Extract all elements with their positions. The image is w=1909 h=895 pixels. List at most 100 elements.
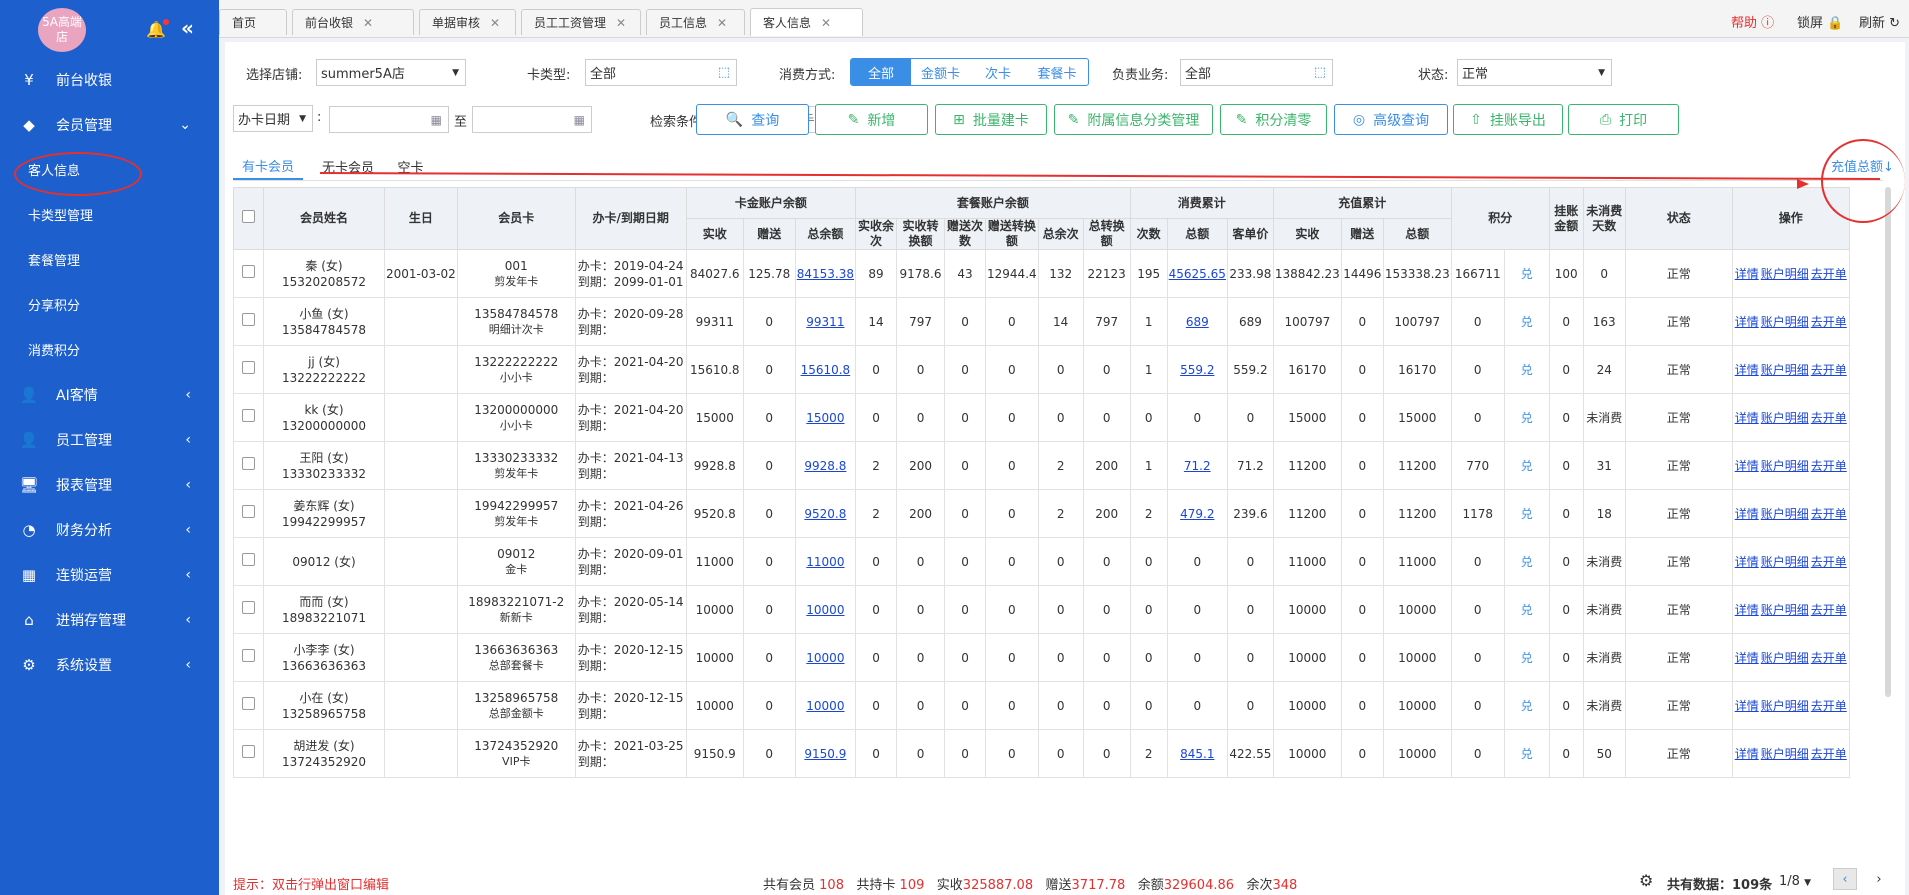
table-row[interactable]: 而而 (女) 18983221071 18983221071-2 新新卡 办卡：2020… [233, 585, 1850, 634]
toolbar-button-0[interactable]: 🔍 查询 [696, 104, 809, 135]
select-all-checkbox[interactable] [242, 210, 255, 223]
row-checkbox[interactable] [242, 745, 255, 758]
op-link-0[interactable]: 详情 [1735, 651, 1759, 665]
help-link[interactable]: 帮助 ⓘ [1731, 12, 1774, 31]
op-link-0[interactable]: 详情 [1735, 459, 1759, 473]
table-row[interactable]: 胡进发 (女) 13724352920 13724352920 VIP卡 办卡：2021… [233, 729, 1850, 778]
cell-card-total-value[interactable]: 15610.8 [801, 363, 851, 377]
status-select[interactable]: 正常 ▼ [1457, 59, 1612, 86]
consume-option-2[interactable]: 次卡 [970, 59, 1026, 85]
close-icon[interactable]: ✕ [616, 16, 626, 30]
op-link-2[interactable]: 去开单 [1811, 411, 1847, 425]
sidebar-item-8[interactable]: ⚙ 系统设置 ‹ [0, 642, 219, 687]
cell-card-total-value[interactable]: 99311 [806, 315, 844, 329]
prev-page-button[interactable]: ‹ [1833, 868, 1857, 890]
col-consume-0[interactable]: 次数 [1129, 218, 1168, 250]
col-days[interactable]: 未消费天数 [1582, 187, 1626, 250]
op-link-0[interactable]: 详情 [1735, 363, 1759, 377]
col-recharge-0[interactable]: 实收 [1272, 218, 1342, 250]
close-icon[interactable]: ✕ [363, 16, 373, 30]
col-recharge-1[interactable]: 赠送 [1340, 218, 1384, 250]
toolbar-button-1[interactable]: ✎ 新增 [815, 104, 928, 135]
col-pkg-0[interactable]: 实收余次 [855, 218, 898, 250]
cell-consume-total-value[interactable]: 845.1 [1180, 747, 1214, 761]
op-link-1[interactable]: 账户明细 [1761, 603, 1809, 617]
close-icon[interactable]: ✕ [490, 16, 500, 30]
end-date-input[interactable]: ▦ [472, 106, 592, 133]
row-checkbox[interactable] [242, 505, 255, 518]
col-pkg-4[interactable]: 总余次 [1037, 218, 1084, 250]
cell-card-total-value[interactable]: 10000 [806, 603, 844, 617]
cell-card-total-value[interactable]: 9928.8 [804, 459, 846, 473]
start-date-input[interactable]: ▦ [329, 106, 449, 133]
col-consume-2[interactable]: 客单价 [1226, 218, 1274, 250]
row-checkbox[interactable] [242, 409, 255, 422]
col-pkg-2[interactable]: 赠送次数 [944, 218, 987, 250]
col-pkg-5[interactable]: 总转换额 [1082, 218, 1131, 250]
op-link-1[interactable]: 账户明细 [1761, 555, 1809, 569]
redeem-link[interactable]: 兑 [1521, 411, 1533, 425]
col-card-2[interactable]: 总余额 [794, 218, 857, 250]
op-link-0[interactable]: 详情 [1735, 555, 1759, 569]
cell-card-total-value[interactable]: 84153.38 [797, 267, 854, 281]
sidebar-item-2[interactable]: 👤 AI客情 ‹ [0, 372, 219, 417]
op-link-2[interactable]: 去开单 [1811, 747, 1847, 761]
col-pkg-3[interactable]: 赠送转换额 [985, 218, 1039, 250]
store-logo[interactable]: 5A高端店 [38, 8, 86, 52]
tab-5[interactable]: 客人信息 ✕ [750, 8, 863, 36]
lock-screen-button[interactable]: 锁屏 🔒 [1797, 12, 1843, 31]
vertical-scrollbar[interactable] [1885, 187, 1891, 697]
next-page-button[interactable]: › [1869, 868, 1889, 890]
cell-consume-total-value[interactable]: 71.2 [1184, 459, 1211, 473]
op-link-2[interactable]: 去开单 [1811, 363, 1847, 377]
op-link-1[interactable]: 账户明细 [1761, 507, 1809, 521]
bell-icon[interactable]: 🔔 [146, 19, 169, 39]
table-row[interactable]: kk (女) 13200000000 13200000000 小小卡 办卡：2021-0… [233, 393, 1850, 442]
row-checkbox[interactable] [242, 457, 255, 470]
col-pkg-1[interactable]: 实收转换额 [896, 218, 946, 250]
op-link-1[interactable]: 账户明细 [1761, 747, 1809, 761]
cell-consume-total-value[interactable]: 559.2 [1180, 363, 1214, 377]
op-link-0[interactable]: 详情 [1735, 699, 1759, 713]
cell-card-total-value[interactable]: 9520.8 [804, 507, 846, 521]
sidebar-item-7[interactable]: ⌂ 进销存管理 ‹ [0, 597, 219, 642]
refresh-button[interactable]: 刷新 ↻ [1859, 12, 1900, 31]
sidebar-item-4[interactable]: 🖥 报表管理 ‹ [0, 462, 219, 507]
col-name[interactable]: 会员姓名 [263, 187, 385, 250]
col-card-1[interactable]: 赠送 [742, 218, 796, 250]
close-icon[interactable]: ✕ [717, 16, 727, 30]
op-link-2[interactable]: 去开单 [1811, 555, 1847, 569]
op-link-1[interactable]: 账户明细 [1761, 651, 1809, 665]
sidebar-item-5[interactable]: ◔ 财务分析 ‹ [0, 507, 219, 552]
redeem-link[interactable]: 兑 [1521, 459, 1533, 473]
col-card-0[interactable]: 实收 [685, 218, 744, 250]
cell-card-total-value[interactable]: 11000 [806, 555, 844, 569]
col-recharge-2[interactable]: 总额 [1382, 218, 1452, 250]
op-link-1[interactable]: 账户明细 [1761, 699, 1809, 713]
subtab-2[interactable]: 空卡 [388, 152, 433, 180]
consume-option-1[interactable]: 金额卡 [911, 59, 970, 85]
op-link-1[interactable]: 账户明细 [1761, 363, 1809, 377]
table-row[interactable]: 09012 (女) 09012 金卡 办卡：2020-09-01 到期： 11000 0 11… [233, 537, 1850, 586]
collapse-sidebar-icon[interactable]: « [181, 16, 194, 40]
settings-gear-icon[interactable]: ⚙ [1639, 871, 1653, 890]
sidebar-subitem-3[interactable]: 分享积分 [0, 282, 219, 327]
redeem-link[interactable]: 兑 [1521, 603, 1533, 617]
toolbar-button-7[interactable]: ⎙ 打印 [1568, 104, 1679, 135]
op-link-2[interactable]: 去开单 [1811, 507, 1847, 521]
staff-select[interactable]: 全部 ⬚ [1180, 59, 1333, 86]
op-link-2[interactable]: 去开单 [1811, 651, 1847, 665]
redeem-link[interactable]: 兑 [1521, 747, 1533, 761]
table-row[interactable]: 姜东辉 (女) 19942299957 19942299957 剪发年卡 办卡：2021… [233, 489, 1850, 538]
op-link-1[interactable]: 账户明细 [1761, 315, 1809, 329]
col-birthday[interactable]: 生日 [384, 187, 458, 250]
op-link-1[interactable]: 账户明细 [1761, 459, 1809, 473]
tab-0[interactable]: 首页 [219, 9, 287, 35]
op-link-2[interactable]: 去开单 [1811, 315, 1847, 329]
tab-3[interactable]: 员工工资管理 ✕ [521, 9, 641, 35]
op-link-2[interactable]: 去开单 [1811, 459, 1847, 473]
redeem-link[interactable]: 兑 [1521, 267, 1533, 281]
subtab-1[interactable]: 无卡会员 [313, 152, 383, 180]
table-row[interactable]: 王阳 (女) 13330233332 13330233332 剪发年卡 办卡：2021-… [233, 441, 1850, 490]
row-checkbox[interactable] [242, 553, 255, 566]
